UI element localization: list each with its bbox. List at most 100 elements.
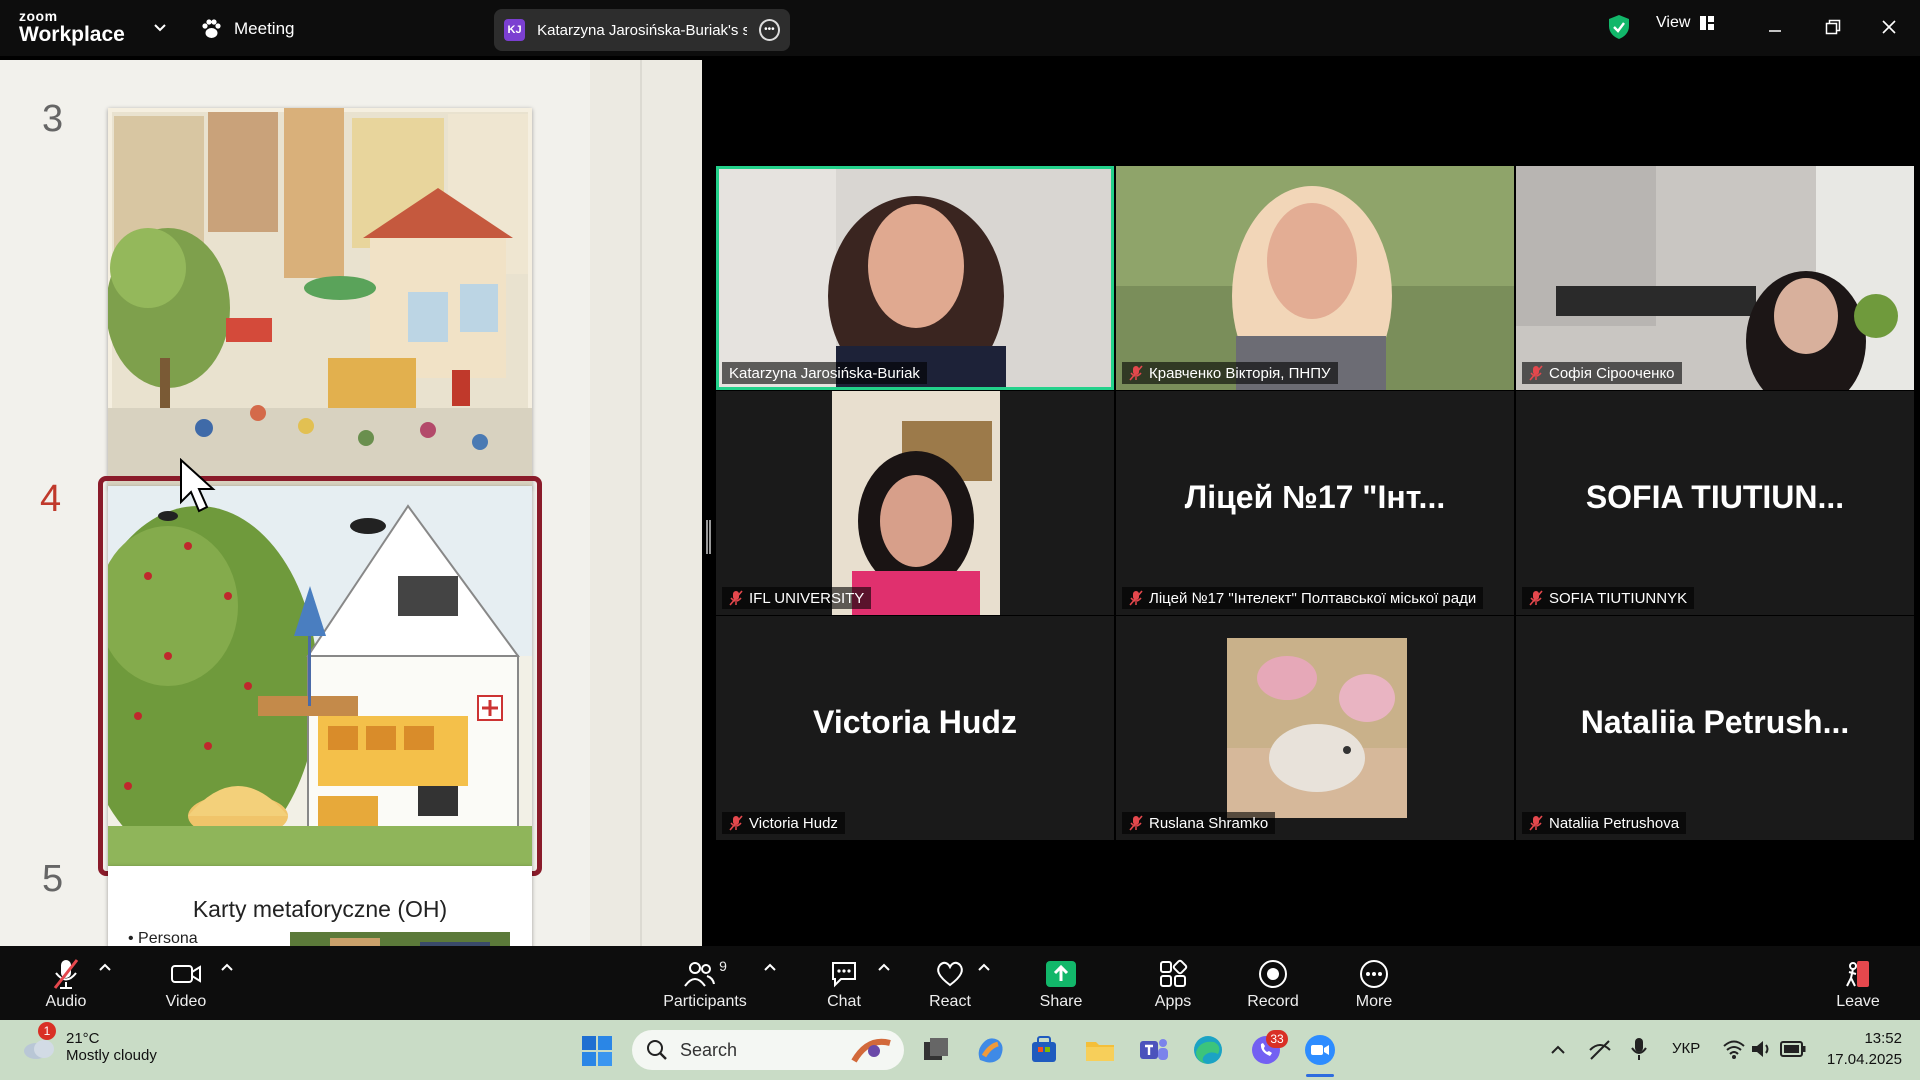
active-app-indicator <box>1306 1074 1334 1077</box>
chevron-up-icon[interactable] <box>219 960 235 974</box>
participants-icon <box>684 962 716 987</box>
slide-number: 5 <box>42 858 64 900</box>
chat-button[interactable]: Chat <box>818 946 870 1020</box>
react-button[interactable]: React <box>923 946 977 1020</box>
network-off-icon[interactable] <box>1588 1038 1612 1062</box>
participant-tile[interactable]: Ruslana Shramko <box>1116 616 1514 840</box>
more-button[interactable]: More <box>1348 946 1400 1020</box>
panel-divider <box>640 60 642 947</box>
participant-name-tag: Nataliia Petrushova <box>1522 812 1687 834</box>
panel-resize-handle[interactable] <box>706 520 711 554</box>
participant-tile[interactable]: Victoria Hudz Victoria Hudz <box>716 616 1114 840</box>
zoom-window: zoom Workplace Meeting KJ Katarzyna Jaro… <box>0 0 1920 1080</box>
chevron-up-icon[interactable] <box>876 960 892 974</box>
microphone-icon[interactable] <box>1630 1036 1648 1062</box>
language-indicator[interactable]: УКР <box>1672 1040 1700 1057</box>
participant-name-tag: SOFIA TIUTIUNNYK <box>1522 587 1695 609</box>
edge-icon[interactable] <box>1190 1032 1226 1068</box>
participant-tile[interactable]: Ліцей №17 "Інт... Ліцей №17 "Інтелект" П… <box>1116 391 1514 615</box>
heart-icon <box>937 961 963 987</box>
muted-mic-icon <box>1529 815 1543 831</box>
participant-display-name: Nataliia Petrush... <box>1580 704 1850 740</box>
wifi-icon[interactable] <box>1722 1038 1746 1060</box>
participant-tile[interactable]: Katarzyna Jarosińska-Buriak <box>716 166 1114 390</box>
volume-icon[interactable] <box>1750 1038 1774 1060</box>
zoom-app-icon[interactable] <box>1302 1032 1338 1068</box>
participant-tile[interactable]: Nataliia Petrush... Nataliia Petrushova <box>1516 616 1914 840</box>
chat-icon <box>832 962 856 988</box>
participant-name: Ruslana Shramko <box>1149 814 1269 832</box>
muted-mic-icon <box>1529 590 1543 606</box>
view-button[interactable]: View <box>1656 14 1715 32</box>
apps-icon <box>1160 959 1188 987</box>
task-view-icon[interactable] <box>918 1032 954 1068</box>
slide-image <box>290 932 510 947</box>
logo-line2: Workplace <box>19 23 125 46</box>
record-label: Record <box>1247 993 1299 1010</box>
screen-share-indicator[interactable]: KJ Katarzyna Jarosińska-Buriak's scr ••• <box>494 9 790 51</box>
participants-button[interactable]: 9 Participants <box>662 946 748 1020</box>
video-label: Video <box>165 993 207 1010</box>
search-icon <box>647 1040 667 1060</box>
file-explorer-icon[interactable] <box>1082 1032 1118 1068</box>
participant-video <box>1116 166 1514 390</box>
participant-tile[interactable]: Софія Сірооченко <box>1516 166 1914 390</box>
zoom-logo[interactable]: zoom Workplace <box>19 9 125 45</box>
view-grid-icon <box>1700 16 1715 30</box>
shield-check-icon[interactable] <box>1608 14 1630 40</box>
teams-icon[interactable] <box>1136 1032 1172 1068</box>
participant-tile[interactable]: IFL UNIVERSITY <box>716 391 1114 615</box>
share-button[interactable]: Share <box>1035 946 1087 1020</box>
logo-line1: zoom <box>19 8 58 24</box>
chevron-up-icon[interactable] <box>1548 1042 1568 1058</box>
restore-icon <box>1825 19 1841 35</box>
taskbar-search[interactable]: Search <box>632 1030 904 1070</box>
slide-thumbnail-5[interactable]: Karty metaforyczne (OH) • Persona <box>108 866 532 947</box>
windows-start-icon[interactable] <box>582 1036 612 1066</box>
weather-description: Mostly cloudy <box>66 1047 157 1064</box>
participant-name-tag: Ліцей №17 "Інтелект" Полтавської міської… <box>1122 587 1484 609</box>
clock-date[interactable]: 17.04.2025 <box>1822 1051 1902 1068</box>
more-options-icon[interactable]: ••• <box>758 19 780 41</box>
audio-button[interactable]: Audio <box>40 946 92 1020</box>
participant-name: Софія Сірооченко <box>1549 364 1675 382</box>
video-camera-icon <box>171 965 201 983</box>
chevron-up-icon[interactable] <box>97 960 113 974</box>
store-icon[interactable] <box>1026 1032 1062 1068</box>
participant-name: Victoria Hudz <box>749 814 838 832</box>
battery-icon[interactable] <box>1780 1040 1806 1058</box>
participant-name: Ліцей №17 "Інтелект" Полтавської міської… <box>1149 589 1477 607</box>
participant-name-tag: Софія Сірооченко <box>1522 362 1682 384</box>
participant-name-tag: Ruslana Shramko <box>1122 812 1276 834</box>
restore-button[interactable] <box>1818 12 1848 42</box>
clock-time[interactable]: 13:52 <box>1842 1030 1902 1047</box>
muted-mic-icon <box>1529 365 1543 381</box>
slide-thumbnail-4[interactable] <box>108 486 532 866</box>
apps-button[interactable]: Apps <box>1147 946 1199 1020</box>
participant-name: IFL UNIVERSITY <box>749 589 865 607</box>
meeting-button[interactable]: Meeting <box>200 14 294 44</box>
chevron-down-icon[interactable] <box>150 18 170 38</box>
minimize-button[interactable] <box>1760 12 1790 42</box>
muted-mic-icon <box>1129 815 1143 831</box>
chat-label: Chat <box>827 993 861 1010</box>
minimize-icon <box>1769 30 1781 32</box>
close-button[interactable] <box>1874 12 1904 42</box>
chevron-up-icon[interactable] <box>762 960 778 974</box>
participant-display-name: SOFIA TIUTIUN... <box>1585 479 1845 515</box>
apps-label: Apps <box>1154 993 1192 1010</box>
panel-strip <box>590 60 702 947</box>
leave-button[interactable]: Leave <box>1832 946 1884 1020</box>
leave-label: Leave <box>1836 993 1880 1010</box>
audio-label: Audio <box>45 993 87 1010</box>
record-button[interactable]: Record <box>1245 946 1301 1020</box>
participant-display-name: Ліцей №17 "Інт... <box>1184 479 1446 515</box>
paw-icon <box>202 19 221 38</box>
slide-thumbnail-3[interactable] <box>108 108 532 488</box>
participant-tile[interactable]: Кравченко Вікторія, ПНПУ <box>1116 166 1514 390</box>
meeting-label: Meeting <box>234 19 295 38</box>
copilot-icon[interactable] <box>972 1032 1008 1068</box>
chevron-up-icon[interactable] <box>976 960 992 974</box>
video-button[interactable]: Video <box>160 946 212 1020</box>
participant-tile[interactable]: SOFIA TIUTIUN... SOFIA TIUTIUNNYK <box>1516 391 1914 615</box>
